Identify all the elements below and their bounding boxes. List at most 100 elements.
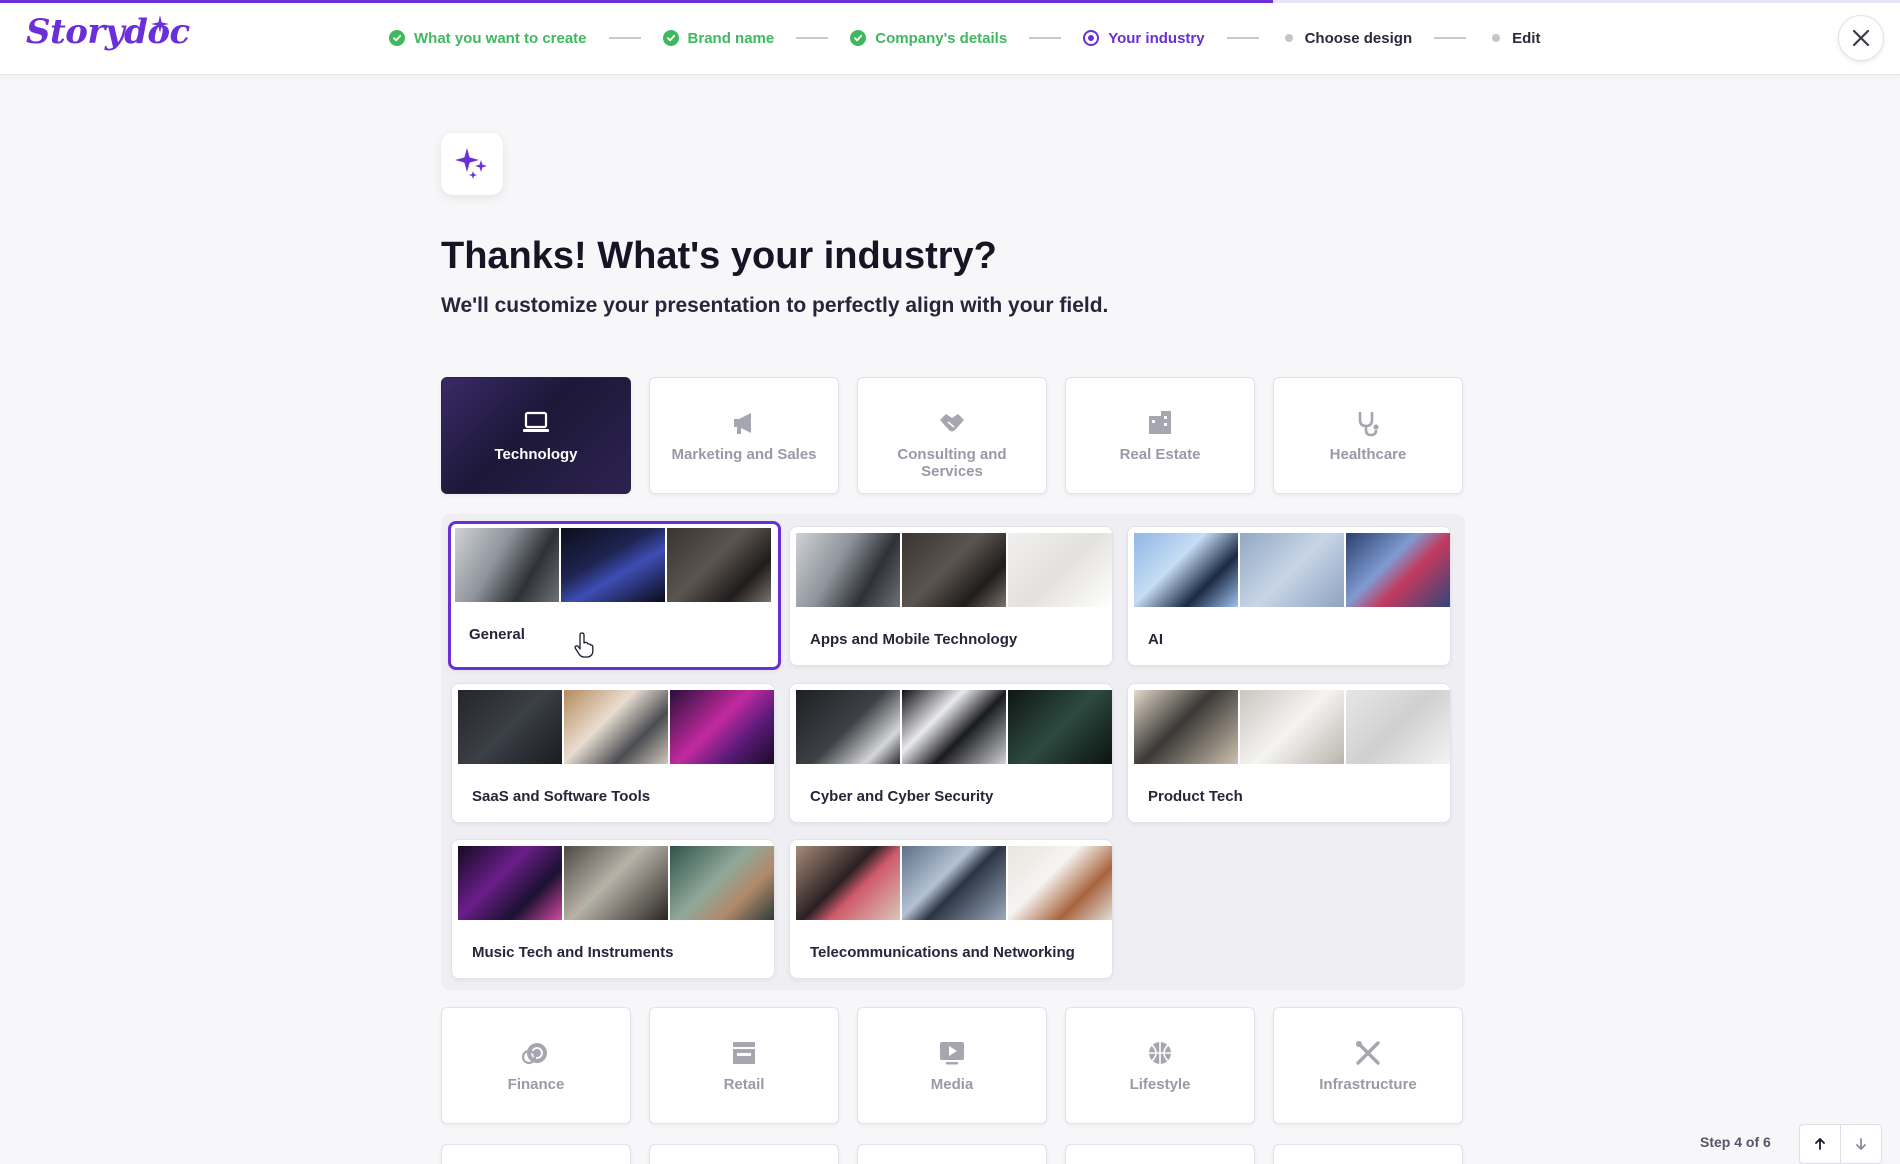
thumbnail-image — [1008, 690, 1112, 764]
subcategory-general[interactable]: General — [448, 521, 781, 670]
step-counter: Step 4 of 6 — [1700, 1134, 1771, 1150]
close-button[interactable] — [1838, 15, 1884, 61]
storefront-icon — [729, 1038, 759, 1068]
industry-label: Lifestyle — [1129, 1076, 1191, 1093]
thumbnail-image — [1240, 690, 1344, 764]
thumbnail-image — [902, 533, 1006, 607]
subcategory-label: Telecommunications and Networking — [810, 944, 1075, 961]
industry-card-partial[interactable] — [1273, 1144, 1463, 1164]
top-bar: Storydoc What you want to create Brand n… — [0, 0, 1900, 75]
step-separator — [1434, 37, 1467, 39]
subcategory-label: Cyber and Cyber Security — [810, 788, 994, 805]
industry-label: Real Estate — [1119, 446, 1201, 463]
thumbnail-strip — [458, 846, 774, 920]
industry-label: Finance — [507, 1076, 565, 1093]
industry-card-partial[interactable] — [649, 1144, 839, 1164]
hand-cursor-icon — [574, 632, 594, 658]
thumbnail-strip — [455, 528, 771, 602]
thumbnail-image — [796, 846, 900, 920]
step-label: What you want to create — [414, 29, 587, 47]
subcategory-ai[interactable]: AI — [1127, 526, 1451, 666]
step-label: Company's details — [875, 29, 1008, 47]
thumbnail-image — [1134, 690, 1238, 764]
thumbnail-image — [1346, 690, 1450, 764]
industry-media[interactable]: Media — [857, 1007, 1047, 1124]
thumbnail-image — [1008, 846, 1112, 920]
industry-technology[interactable]: Technology — [441, 377, 631, 494]
thumbnail-strip — [796, 846, 1112, 920]
page-title: Thanks! What's your industry? — [441, 235, 997, 277]
thumbnail-strip — [458, 690, 774, 764]
thumbnail-image — [670, 846, 774, 920]
thumbnail-image — [670, 690, 774, 764]
play-screen-icon — [937, 1038, 967, 1068]
ball-icon — [1145, 1038, 1175, 1068]
step-brand-name[interactable]: Brand name — [662, 29, 775, 47]
subcategory-label: Apps and Mobile Technology — [810, 631, 1018, 648]
subcategory-label: General — [469, 626, 525, 643]
step-your-industry[interactable]: Your industry — [1083, 30, 1205, 47]
subcategory-telecommunications-and-networking[interactable]: Telecommunications and Networking — [789, 839, 1113, 979]
industry-label: Infrastructure — [1319, 1076, 1417, 1093]
industry-label: Retail — [723, 1076, 765, 1093]
check-icon — [850, 30, 867, 46]
thumbnail-image — [796, 533, 900, 607]
page-subtitle: We'll customize your presentation to per… — [441, 294, 1109, 317]
thumbnail-image — [796, 690, 900, 764]
pending-step-icon — [1284, 34, 1293, 42]
thumbnail-image — [1240, 533, 1344, 607]
industry-retail[interactable]: Retail — [649, 1007, 839, 1124]
subcategory-product-tech[interactable]: Product Tech — [1127, 683, 1451, 823]
subcategory-music-tech-and-instruments[interactable]: Music Tech and Instruments — [451, 839, 775, 979]
industry-marketing-and-sales[interactable]: Marketing and Sales — [649, 377, 839, 494]
subcategory-saas-and-software-tools[interactable]: SaaS and Software Tools — [451, 683, 775, 823]
arrow-up-icon — [1815, 1138, 1825, 1150]
close-icon — [1852, 29, 1870, 47]
megaphone-icon — [729, 408, 759, 438]
pending-step-icon — [1492, 34, 1501, 42]
subcategory-label: Product Tech — [1148, 788, 1243, 805]
progress-fill — [0, 0, 1273, 3]
progress-track — [0, 0, 1900, 3]
next-step-button[interactable] — [1840, 1124, 1882, 1164]
thumbnail-image — [564, 846, 668, 920]
thumbnail-image — [1134, 533, 1238, 607]
thumbnail-image — [564, 690, 668, 764]
industry-lifestyle[interactable]: Lifestyle — [1065, 1007, 1255, 1124]
industry-real-estate[interactable]: Real Estate — [1065, 377, 1255, 494]
arrow-down-icon — [1856, 1138, 1866, 1150]
thumbnail-image — [667, 528, 771, 602]
step-edit: Edit — [1488, 30, 1540, 47]
industry-label: Healthcare — [1329, 446, 1407, 463]
previous-step-button[interactable] — [1799, 1124, 1841, 1164]
industry-label: Media — [930, 1076, 974, 1093]
sparkles-badge — [441, 133, 503, 195]
thumbnail-strip — [796, 533, 1112, 607]
sparkles-icon — [455, 148, 487, 179]
step-label: Choose design — [1304, 29, 1413, 47]
industry-label: Technology — [494, 446, 578, 463]
step-company-details[interactable]: Company's details — [850, 30, 1007, 47]
industry-card-partial[interactable] — [1065, 1144, 1255, 1164]
thumbnail-image — [1346, 533, 1450, 607]
industry-consulting-and-services[interactable]: Consulting and Services — [857, 377, 1047, 494]
thumbnail-image — [458, 846, 562, 920]
industry-infrastructure[interactable]: Infrastructure — [1273, 1007, 1463, 1124]
step-label: Brand name — [687, 29, 775, 47]
industry-card-partial[interactable] — [857, 1144, 1047, 1164]
thumbnail-image — [902, 690, 1006, 764]
step-what-you-want-to-create[interactable]: What you want to create — [389, 30, 587, 47]
current-step-icon — [1083, 30, 1100, 46]
subcategory-label: SaaS and Software Tools — [472, 788, 651, 805]
thumbnail-image — [1008, 533, 1112, 607]
subcategory-cyber-and-cyber-security[interactable]: Cyber and Cyber Security — [789, 683, 1113, 823]
subcategory-apps-and-mobile-technology[interactable]: Apps and Mobile Technology — [789, 526, 1113, 666]
industry-finance[interactable]: Finance — [441, 1007, 631, 1124]
thumbnail-image — [458, 690, 562, 764]
industry-healthcare[interactable]: Healthcare — [1273, 377, 1463, 494]
industry-label: Marketing and Sales — [671, 446, 817, 463]
building-icon — [1145, 408, 1175, 438]
industry-card-partial[interactable] — [441, 1144, 631, 1164]
step-separator — [1029, 37, 1062, 39]
thumbnail-image — [561, 528, 665, 602]
